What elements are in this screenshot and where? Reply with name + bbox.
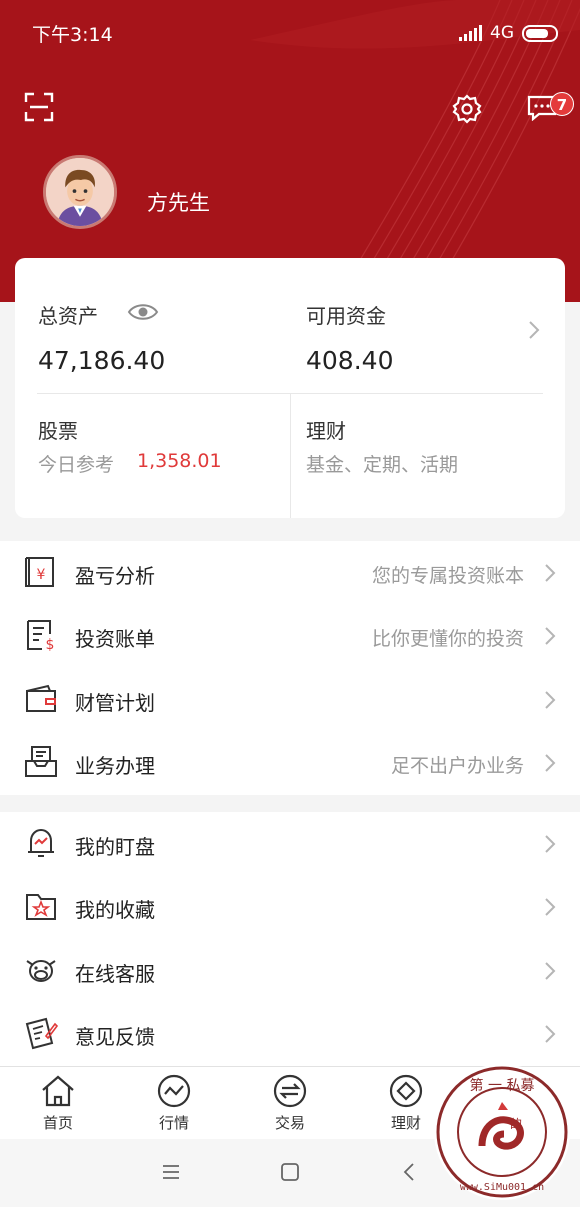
home-nav-icon[interactable] [279,1161,301,1183]
menu-item-title: 意见反馈 [75,1025,155,1049]
watermark-seal: 第 一 私募 的 www.SiMu001.cn [434,1064,570,1200]
bell-alert-icon [28,828,54,857]
menu-item-desc: 足不出户办业务 [390,755,524,777]
menu-item-desc: 比你更懂你的投资 [371,628,524,650]
profile-header: 下午3:14 4G 7 方先生 [0,0,580,302]
menu-item-title: 投资账单 [75,627,155,651]
menu-item-favorites[interactable]: 我的收藏 [0,875,580,938]
menu-item-wealth-plan[interactable]: 财管计划 [0,668,580,731]
chevron-right-icon [545,835,556,853]
profit-analysis-icon: ¥ [25,557,54,587]
avatar[interactable] [43,155,117,229]
chevron-right-icon [545,691,556,709]
menu-item-investment-bill[interactable]: $ 投资账单 比你更懂你的投资 [0,604,580,667]
tab-label: 首页 [42,1114,73,1132]
tab-market[interactable]: 行情 [134,1073,214,1137]
chevron-right-icon[interactable] [527,320,541,340]
finance-icon [389,1074,423,1108]
svg-text:第 一 私募: 第 一 私募 [470,1077,535,1094]
feedback-icon [25,1017,58,1050]
menu-item-watch[interactable]: 我的盯盘 [0,812,580,875]
finance-sub: 基金、定期、活期 [306,454,459,476]
menu-list-secondary: 我的盯盘 我的收藏 在线客服 意见反馈 [0,812,580,1066]
finance-label: 理财 [306,419,346,443]
menu-item-title: 我的收藏 [75,898,155,922]
svg-text:¥: ¥ [37,567,46,583]
eye-icon[interactable] [127,302,159,322]
tab-home[interactable]: 首页 [18,1073,98,1137]
chevron-right-icon [545,564,556,582]
message-badge: 7 [550,92,574,116]
stock-label: 股票 [38,419,78,443]
avatar-illustration [46,158,114,226]
home-icon [42,1075,74,1107]
signal-icon [459,25,482,41]
menu-item-title: 我的盯盘 [75,835,155,859]
stock-today-value: 1,358.01 [137,450,222,472]
menu-item-profit-analysis[interactable]: ¥ 盈亏分析 您的专属投资账本 [0,541,580,604]
tab-label: 交易 [274,1114,305,1132]
svg-text:www.SiMu001.cn: www.SiMu001.cn [460,1182,544,1193]
chevron-right-icon [545,1025,556,1043]
favorites-icon [26,894,56,920]
back-icon[interactable] [399,1161,421,1183]
menu-item-title: 在线客服 [75,962,155,986]
status-bar: 下午3:14 4G [32,18,558,48]
battery-icon [522,24,558,42]
menu-item-feedback[interactable]: 意见反馈 [0,1002,580,1065]
chevron-right-icon [545,962,556,980]
stock-today-label: 今日参考 [38,454,115,476]
wallet-plan-icon [26,684,56,712]
available-funds-label: 可用资金 [306,304,386,328]
investment-bill-icon: $ [27,620,55,652]
network-type: 4G [490,23,514,43]
chevron-right-icon [545,898,556,916]
menu-item-title: 业务办理 [75,754,155,778]
business-handling-icon [25,746,57,777]
menu-item-customer-service[interactable]: 在线客服 [0,939,580,1002]
trade-icon [273,1074,307,1108]
username[interactable]: 方先生 [147,187,210,217]
menu-item-desc: 您的专属投资账本 [371,565,524,587]
customer-service-icon [26,960,56,982]
asset-card: 总资产 47,186.40 可用资金 408.40 股票 今日参考 1,358.… [15,258,565,518]
chevron-right-icon [545,627,556,645]
divider [290,394,291,518]
svg-text:的: 的 [510,1116,522,1131]
menu-list-primary: ¥ 盈亏分析 您的专属投资账本 $ 投资账单 比你更懂你的投资 财管计划 业务办… [0,541,580,795]
available-funds-value: 408.40 [306,346,394,375]
scan-icon[interactable] [24,92,54,122]
total-assets-label: 总资产 [38,304,98,328]
menu-item-title: 财管计划 [75,691,155,715]
market-icon [157,1074,191,1108]
chevron-right-icon [545,754,556,772]
svg-text:$: $ [46,637,55,652]
gear-icon[interactable] [452,94,482,124]
tab-label: 行情 [158,1114,189,1132]
total-assets-value: 47,186.40 [38,346,166,375]
status-time: 下午3:14 [32,23,113,46]
tab-trade[interactable]: 交易 [250,1073,330,1137]
menu-item-business[interactable]: 业务办理 足不出户办业务 [0,731,580,794]
menu-item-title: 盈亏分析 [75,564,155,588]
menu-icon[interactable] [160,1161,182,1183]
